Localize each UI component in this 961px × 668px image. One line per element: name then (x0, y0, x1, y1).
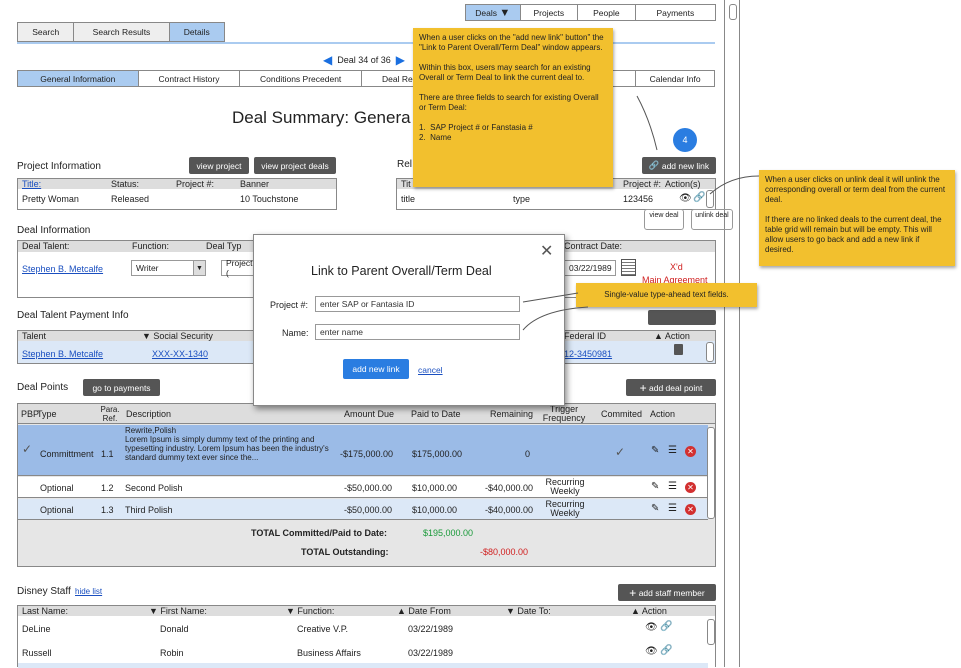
arrow-to-add-link (636, 95, 658, 151)
arrow-to-project-field (522, 292, 579, 303)
annotation-arrows (522, 95, 760, 331)
arrow-to-unlink (709, 175, 760, 195)
arrow-to-name-field (522, 306, 589, 331)
